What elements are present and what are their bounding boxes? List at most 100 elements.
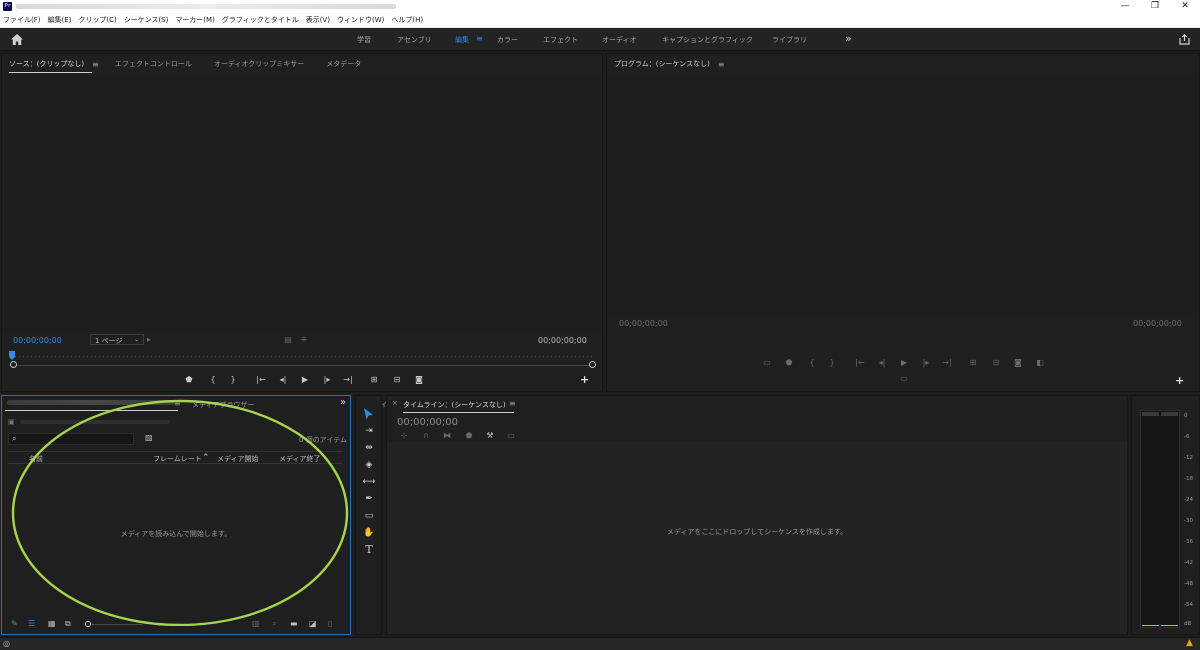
export-frame-camera-icon[interactable]: ◙ (413, 375, 425, 385)
drag-video-icon[interactable]: ⁜ (298, 335, 310, 345)
track-select-tool-icon[interactable]: ⇥ (362, 424, 376, 438)
program-go-to-in-icon[interactable]: |← (854, 358, 866, 368)
menu-sequence[interactable]: シーケンス(S) (124, 15, 169, 25)
zoom-slider-handle[interactable] (85, 621, 91, 627)
tab-metadata[interactable]: メタデータ (326, 59, 361, 69)
automate-to-sequence-icon[interactable]: ▥ (252, 619, 260, 628)
workspace-tab-audio[interactable]: オーディオ (602, 35, 637, 45)
menu-edit[interactable]: 編集(E) (48, 15, 72, 25)
program-play-icon[interactable]: ▶ (898, 358, 910, 368)
overwrite-icon[interactable]: ⊟ (391, 375, 403, 385)
program-playhead-timecode[interactable]: 00;00;00;00 (619, 319, 668, 328)
menu-window[interactable]: ウィンドウ(W) (337, 15, 384, 25)
go-to-in-icon[interactable]: |← (255, 375, 267, 385)
workspace-tab-libraries[interactable]: ライブラリ (772, 35, 807, 45)
program-mark-out-icon[interactable]: } (826, 358, 838, 368)
minimize-button[interactable]: — (1110, 0, 1140, 13)
add-marker-icon[interactable]: ⬟ (183, 375, 195, 385)
zoom-handle-right[interactable] (589, 361, 596, 368)
mark-out-icon[interactable]: } (227, 375, 239, 385)
trash-icon[interactable]: ▯ (328, 619, 332, 628)
zoom-slider-track[interactable] (92, 624, 142, 625)
freeform-view-icon[interactable]: ⧉ (65, 619, 71, 629)
program-step-back-icon[interactable]: ◂| (876, 358, 888, 368)
insert-icon[interactable]: ⊞ (368, 375, 380, 385)
settings-wrench-icon[interactable]: ▤ (282, 335, 294, 345)
warning-icon[interactable]: ▲ (1186, 638, 1193, 648)
timeline-close-icon[interactable]: × (392, 399, 398, 407)
tab-source[interactable]: ソース：(クリップなし) (9, 59, 93, 73)
ripple-edit-tool-icon[interactable]: ⇹ (362, 441, 376, 455)
source-zoom-select[interactable]: 1 ページ ⌄ (90, 334, 144, 345)
close-button[interactable]: ✕ (1170, 0, 1200, 13)
workspace-menu-icon[interactable]: ≡ (476, 34, 483, 43)
tab-timeline[interactable]: タイムライン：(シーケンスなし) (403, 401, 506, 409)
background-render-icon[interactable]: ◎ (3, 639, 10, 648)
new-item-icon[interactable]: ◪ (309, 619, 317, 628)
step-back-icon[interactable]: ◂| (277, 375, 289, 385)
go-to-out-icon[interactable]: →| (342, 375, 354, 385)
source-zoom-bar[interactable] (14, 365, 592, 366)
program-safe-margins-icon[interactable]: ▭ (761, 358, 773, 368)
share-export-icon[interactable] (1179, 34, 1190, 45)
type-tool-icon[interactable]: T (362, 543, 376, 557)
slip-tool-icon[interactable]: ⟷ (362, 475, 376, 489)
menu-view[interactable]: 表示(V) (306, 15, 330, 25)
write-protect-pencil-icon[interactable]: ✎ (11, 619, 18, 628)
source-playhead-timecode[interactable]: 00;00;00;00 (13, 336, 62, 345)
linked-selection-icon[interactable]: ⧓ (441, 431, 453, 441)
extract-icon[interactable]: ⊟ (990, 358, 1002, 368)
find-icon[interactable]: ⌕ (272, 619, 276, 629)
program-video-area[interactable] (607, 74, 1199, 314)
workspace-tab-learning[interactable]: 学習 (357, 35, 371, 45)
timeline-add-marker-icon[interactable]: ⬟ (463, 431, 475, 441)
program-go-to-out-icon[interactable]: →| (941, 358, 953, 368)
source-panel-menu-icon[interactable]: ≡ (92, 60, 99, 69)
timeline-panel-menu-icon[interactable]: ≡ (509, 399, 516, 408)
zoom-handle-left[interactable] (10, 361, 17, 368)
mark-in-icon[interactable]: { (207, 375, 219, 385)
play-icon[interactable]: ▶ (299, 375, 311, 385)
list-view-icon[interactable]: ☰ (28, 619, 35, 628)
menu-graphics[interactable]: グラフィックとタイトル (222, 15, 299, 25)
workspace-tab-assembly[interactable]: アセンブリ (397, 35, 432, 45)
menu-help[interactable]: ヘルプ(H) (391, 15, 423, 25)
home-icon[interactable] (11, 34, 23, 45)
menu-file[interactable]: ファイル(F) (3, 15, 41, 25)
pen-tool-icon[interactable]: ✒ (362, 492, 376, 506)
workspace-tab-effects[interactable]: エフェクト (543, 35, 578, 45)
vr-video-icon[interactable]: ▭ (898, 374, 910, 384)
lift-icon[interactable]: ⊞ (967, 358, 979, 368)
timeline-playhead-timecode[interactable]: 00;00;00;00 (397, 417, 458, 428)
workspace-tab-captions-graphics[interactable]: キャプションとグラフィック (662, 35, 753, 45)
menu-marker[interactable]: マーカー(M) (175, 15, 215, 25)
captions-icon[interactable]: ▭ (505, 431, 517, 441)
tab-audio-clip-mixer[interactable]: オーディオクリップミキサー (214, 59, 304, 69)
program-step-forward-icon[interactable]: |▸ (920, 358, 932, 368)
timeline-settings-wrench-icon[interactable]: ⚒ (484, 431, 496, 441)
rectangle-tool-icon[interactable]: ▭ (362, 509, 376, 523)
selection-tool-icon[interactable] (363, 408, 374, 420)
source-playhead[interactable] (9, 351, 15, 361)
tab-program[interactable]: プログラム：(シーケンスなし) (614, 59, 710, 69)
icon-view-icon[interactable]: ▦ (48, 619, 56, 628)
source-time-ruler[interactable] (11, 353, 593, 359)
workspace-tab-editing[interactable]: 編集 (455, 35, 469, 45)
program-button-editor-plus-icon[interactable]: + (1175, 374, 1184, 387)
snap-magnet-icon[interactable]: ∩ (420, 431, 432, 441)
step-forward-icon[interactable]: |▸ (321, 375, 333, 385)
insert-sequence-as-nest-icon[interactable]: ⊹ (398, 431, 410, 441)
button-editor-plus-icon[interactable]: + (580, 373, 589, 386)
tab-effect-controls[interactable]: エフェクトコントロール (115, 59, 192, 69)
source-video-area[interactable] (2, 74, 602, 332)
program-panel-menu-icon[interactable]: ≡ (718, 60, 725, 69)
hand-tool-icon[interactable]: ✋ (362, 526, 376, 540)
menu-clip[interactable]: クリップ(C) (78, 15, 116, 25)
program-add-marker-icon[interactable]: ⬟ (783, 358, 795, 368)
new-bin-folder-icon[interactable]: ▬ (290, 619, 298, 628)
restore-button[interactable]: ❐ (1140, 0, 1170, 13)
program-mark-in-icon[interactable]: { (806, 358, 818, 368)
workspace-overflow-icon[interactable]: » (845, 32, 852, 45)
program-export-frame-icon[interactable]: ◙ (1012, 358, 1024, 368)
comparison-view-icon[interactable]: ◧ (1034, 358, 1046, 368)
